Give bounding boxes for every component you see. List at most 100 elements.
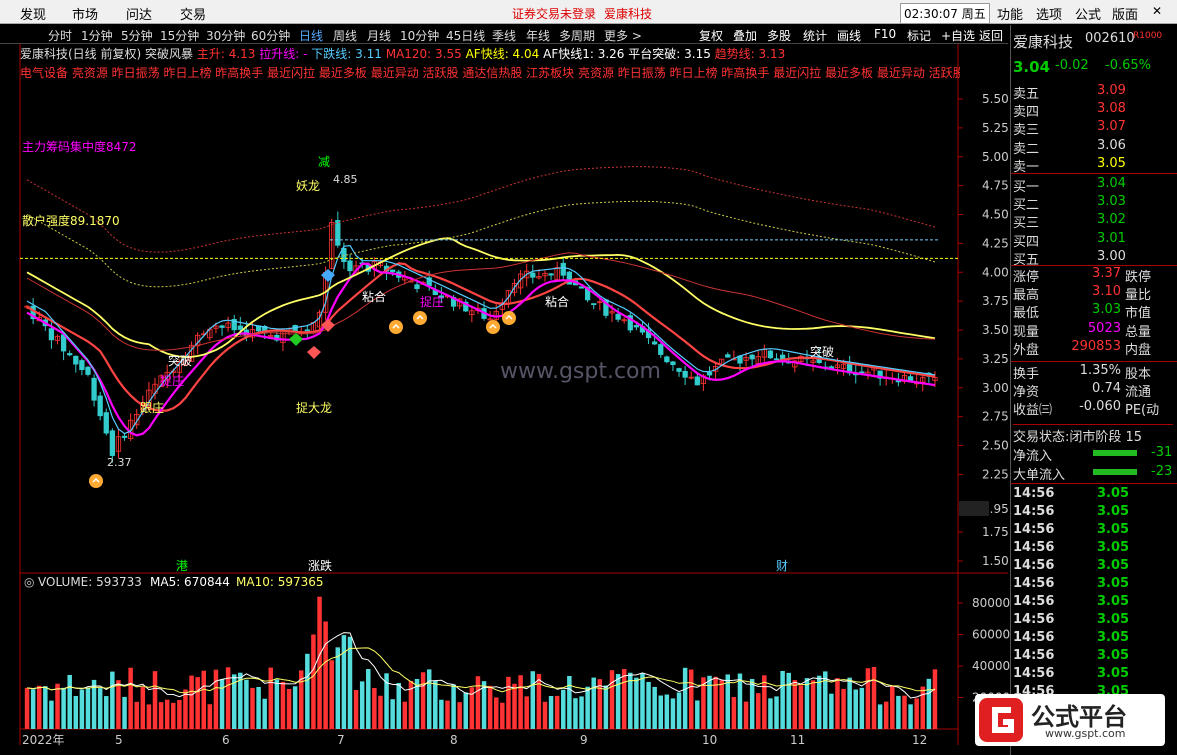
menu-formula[interactable]: 公式 xyxy=(1075,4,1101,23)
price-tick: 3.00 xyxy=(982,381,1009,395)
volume-bar xyxy=(493,697,499,729)
volume-bar xyxy=(67,674,72,729)
volume-bar xyxy=(24,687,30,729)
volume-bar xyxy=(621,669,627,729)
date-label: 12 xyxy=(912,733,927,747)
close-icon[interactable]: ✕ xyxy=(1152,4,1162,18)
volume-bar xyxy=(274,679,280,729)
candle-body xyxy=(109,430,115,456)
ask-label: 卖三 xyxy=(1013,123,1040,139)
tick-row: 14:56 3.05 xyxy=(1013,540,1173,558)
ask-label: 卖四 xyxy=(1013,105,1040,121)
volume-bar xyxy=(244,679,249,729)
buy-signal-icon xyxy=(89,474,103,488)
stat-row: 最高 3.10 量比 xyxy=(1013,284,1173,304)
stat-row: 涨停 3.37 跌停 xyxy=(1013,266,1173,285)
volume-bar xyxy=(816,675,822,729)
ask-price: 3.09 xyxy=(1097,83,1126,98)
volume-bar xyxy=(774,696,779,729)
tick-price: 3.05 xyxy=(1097,648,1130,663)
chart-title: 爱康科技(日线 前复权) xyxy=(20,47,142,61)
volume-bar xyxy=(140,686,146,729)
volume-bar xyxy=(445,700,450,729)
price-tick: 2.25 xyxy=(982,467,1009,481)
volume-bar xyxy=(396,682,401,729)
volume-bar xyxy=(762,675,767,729)
volume-bar xyxy=(530,671,536,729)
volume-bar xyxy=(536,674,542,729)
tick-price: 3.05 xyxy=(1097,486,1130,501)
formula-name[interactable]: 突破风暴 xyxy=(145,47,193,61)
rating-icon: R1000 xyxy=(1133,31,1163,41)
dragon-label: 妖龙 xyxy=(296,179,320,193)
bid-label: 买二 xyxy=(1013,198,1040,214)
candle-body xyxy=(347,260,353,272)
candle-body xyxy=(103,412,109,434)
candle-body xyxy=(664,356,670,363)
volume-tick: 80000 xyxy=(972,596,1010,610)
volume-bar xyxy=(366,669,371,729)
volume-bar xyxy=(317,596,322,729)
volume-bar xyxy=(73,695,79,729)
stock-code: 002610 xyxy=(1085,31,1135,46)
candle-body xyxy=(389,269,396,273)
watermark-logo: 公式平台 www.gspt.com xyxy=(975,694,1165,746)
volume-bar xyxy=(688,669,694,729)
bid-price: 3.02 xyxy=(1097,212,1126,228)
volume-bar xyxy=(311,634,316,729)
volume-bar xyxy=(256,686,261,729)
volume-bar xyxy=(116,680,121,729)
candle-body xyxy=(767,350,774,359)
volume-bar xyxy=(737,673,743,729)
kline-chart[interactable]: 5.50 5.25 5.00 4.75 4.50 4.25 4.00 3.75 3.50 3.25… xyxy=(0,0,1010,755)
flow-bar xyxy=(1093,469,1137,475)
menu-layout[interactable]: 版面 xyxy=(1112,4,1138,23)
volume-bar xyxy=(341,635,347,729)
candle-body xyxy=(335,220,341,246)
volume-bar xyxy=(914,698,919,729)
stat-label: 最高 xyxy=(1013,288,1040,304)
bid-row: 买一 3.04 xyxy=(1013,176,1173,195)
volume-bar xyxy=(359,681,365,729)
volume-bar xyxy=(847,677,852,729)
buy-signal-icon xyxy=(389,320,403,334)
volume-bar xyxy=(542,701,548,729)
date-label: 9 xyxy=(580,733,588,747)
candle-body xyxy=(60,334,67,352)
volume-bar xyxy=(615,673,621,729)
price-tick: 4.75 xyxy=(982,179,1009,193)
tick-price: 3.05 xyxy=(1097,666,1130,681)
volume-bar xyxy=(603,685,609,729)
menu-options[interactable]: 选项 xyxy=(1036,4,1062,23)
ask-label: 卖五 xyxy=(1013,87,1040,102)
volume-tick: 40000 xyxy=(972,659,1010,673)
tick-price: 3.05 xyxy=(1097,612,1130,627)
candle-body xyxy=(548,273,554,276)
candle-body xyxy=(304,329,310,332)
volume-bar xyxy=(61,687,66,729)
ind-pull: 拉升线: - xyxy=(259,47,308,61)
trade-state-text: 交易状态:闭市阶段 15 xyxy=(1013,430,1143,445)
volume-bar xyxy=(457,702,462,729)
flow-row: 净流入 -31 xyxy=(1013,445,1173,464)
stick-label: 粘合 xyxy=(362,289,386,304)
volume-bar xyxy=(164,699,170,729)
volume-bar xyxy=(195,677,200,729)
tick-time: 14:56 xyxy=(1013,648,1055,663)
tick-row: 14:56 3.05 xyxy=(1013,630,1173,648)
flow-bar xyxy=(1093,450,1137,456)
volume-bar xyxy=(719,680,724,729)
trend-dotted-line xyxy=(26,166,936,253)
candle-body xyxy=(682,370,688,378)
stat-label-2: 内盘 xyxy=(1125,342,1152,358)
ask-row: 卖四 3.08 xyxy=(1013,101,1173,121)
bid-label: 买四 xyxy=(1013,234,1040,250)
volume-bar xyxy=(420,672,426,729)
candle-body xyxy=(91,377,97,401)
volume-bar xyxy=(487,685,493,729)
date-label: 7 xyxy=(337,733,345,747)
volume-bar xyxy=(841,688,846,729)
ind-plat: 平台突破: 3.15 xyxy=(628,47,711,61)
candle-body xyxy=(530,272,536,278)
volume-bar xyxy=(829,693,834,729)
